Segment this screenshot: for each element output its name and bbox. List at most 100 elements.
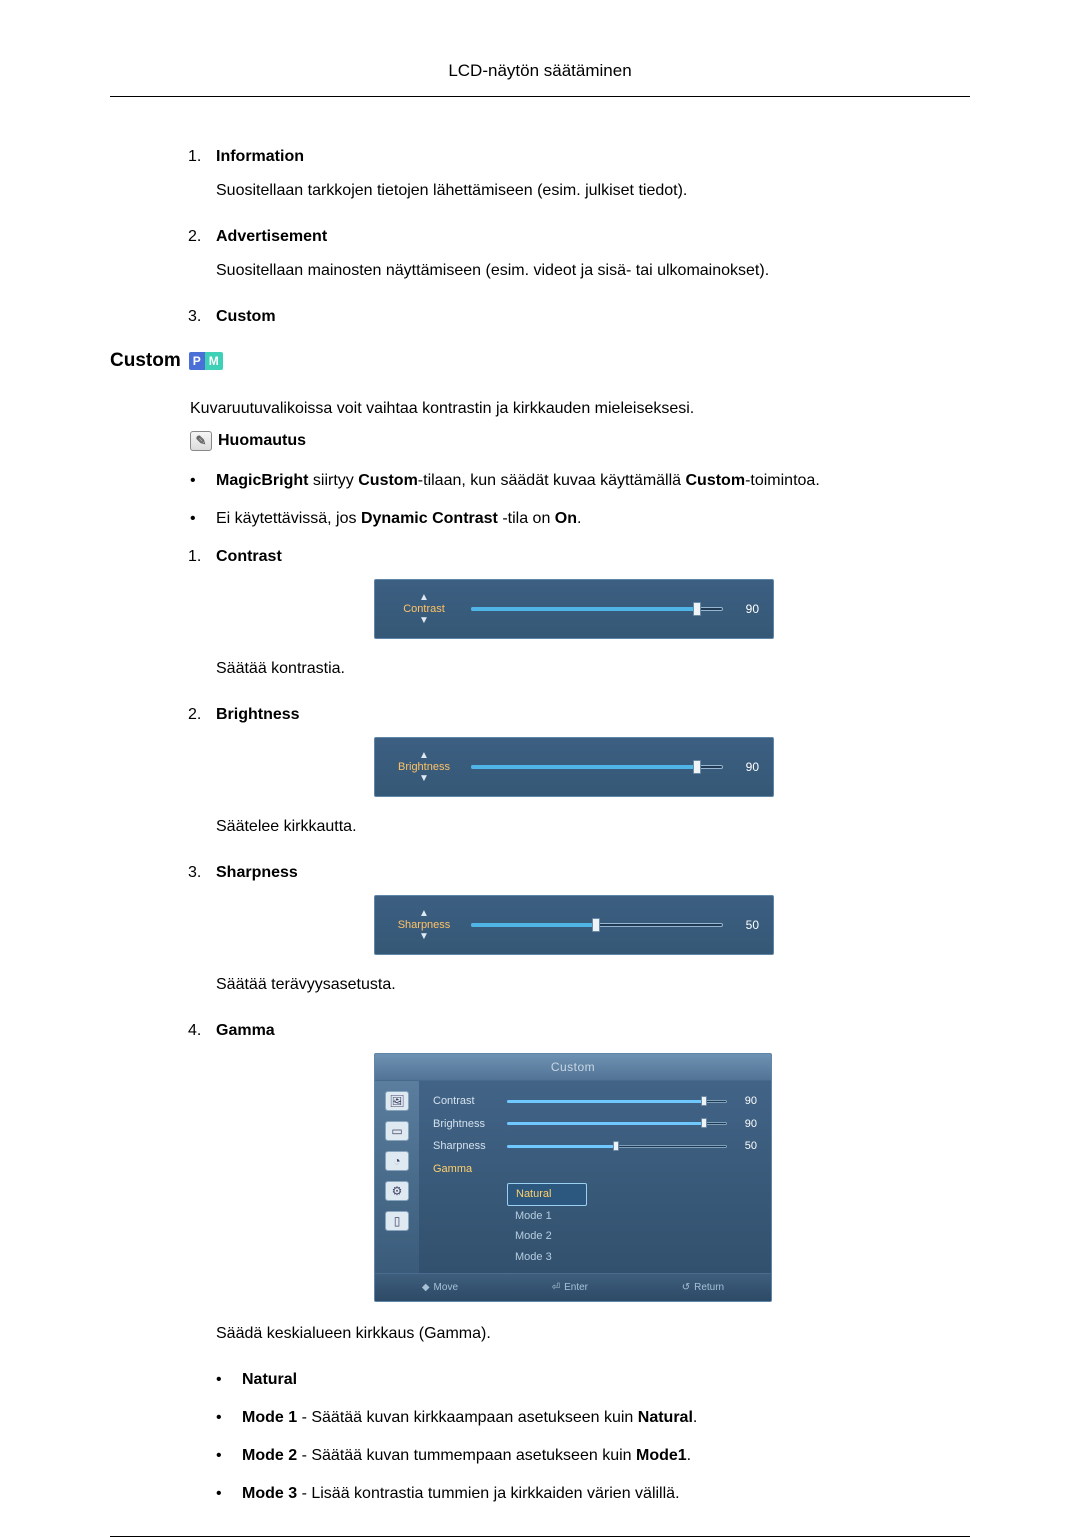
bullet-text: Natural (242, 1368, 297, 1392)
note-icon: ✎ (190, 431, 212, 451)
document-icon[interactable]: ▯ (385, 1211, 409, 1231)
footer-move: ◆Move (422, 1280, 458, 1295)
gamma-desc: Säädä keskialueen kirkkaus (Gamma). (110, 1322, 970, 1346)
footer-enter: ⏎Enter (552, 1280, 588, 1295)
chevron-up-icon[interactable]: ▲ (419, 750, 429, 761)
list-label: Information (216, 145, 304, 169)
bullet-dot: • (216, 1444, 242, 1468)
gamma-row-label: Sharpness (433, 1138, 497, 1155)
gamma-row-value: 50 (737, 1138, 757, 1155)
list-item: 2. Brightness (110, 703, 970, 727)
list-number: 2. (188, 703, 216, 727)
timer-icon[interactable]: ◔ (385, 1151, 409, 1171)
chevron-down-icon[interactable]: ▼ (419, 931, 429, 942)
page-title: LCD-näytön säätäminen (448, 61, 631, 80)
osd-gamma-panel: Custom 🖼 ▭ ◔ ⚙ ▯ Contrast 90 Brig (374, 1053, 772, 1302)
list-label: Custom (216, 305, 276, 329)
bullet-text: Mode 3 - Lisää kontrastia tummien ja kir… (242, 1482, 680, 1506)
list-label: Sharpness (216, 861, 298, 885)
note-label: Huomautus (218, 429, 306, 453)
osd-label: Brightness (398, 761, 450, 773)
osd-slider[interactable] (471, 920, 723, 930)
chevron-down-icon[interactable]: ▼ (419, 615, 429, 626)
gamma-row-label: Contrast (433, 1093, 497, 1110)
list-item: 1. Information (110, 145, 970, 169)
gamma-option[interactable]: Mode 2 (507, 1226, 587, 1247)
move-icon: ◆ (422, 1280, 430, 1295)
list-item: 2. Advertisement (110, 225, 970, 249)
gamma-panel-title: Custom (375, 1054, 771, 1081)
osd-label-col: ▲ Brightness ▼ (389, 750, 459, 784)
osd-label: Sharpness (398, 919, 451, 931)
enter-icon: ⏎ (552, 1280, 560, 1295)
return-icon: ↺ (682, 1280, 690, 1295)
gear-icon[interactable]: ⚙ (385, 1181, 409, 1201)
gamma-option[interactable]: Natural (507, 1183, 587, 1206)
item-desc: Säätelee kirkkautta. (110, 815, 970, 839)
bullet-item: • Mode 2 - Säätää kuvan tummempaan asetu… (110, 1444, 970, 1468)
osd-panel-sharpness: ▲ Sharpness ▼ 50 (374, 895, 774, 955)
custom-intro: Kuvaruutuvalikoissa voit vaihtaa kontras… (110, 397, 970, 421)
list-number: 3. (188, 305, 216, 329)
chevron-up-icon[interactable]: ▲ (419, 908, 429, 919)
list-label: Brightness (216, 703, 300, 727)
list-item: 1. Contrast (110, 545, 970, 569)
list-number: 3. (188, 861, 216, 885)
bullet-text: Mode 1 - Säätää kuvan kirkkaampaan asetu… (242, 1406, 697, 1430)
bullet-dot: • (216, 1482, 242, 1506)
list-label: Gamma (216, 1019, 275, 1043)
gamma-row: Contrast 90 (433, 1093, 757, 1110)
gamma-slider[interactable] (507, 1143, 727, 1151)
gamma-row-label: Brightness (433, 1116, 497, 1133)
bullet-item: • Mode 3 - Lisää kontrastia tummien ja k… (110, 1482, 970, 1506)
osd-value: 90 (735, 758, 759, 776)
osd-label: Contrast (403, 603, 445, 615)
osd-value: 50 (735, 916, 759, 934)
item-desc: Säätää kontrastia. (110, 657, 970, 681)
note-row: ✎ Huomautus (110, 429, 970, 453)
bullet-text: Mode 2 - Säätää kuvan tummempaan asetuks… (242, 1444, 691, 1468)
bullet-item: • MagicBright siirtyy Custom-tilaan, kun… (110, 469, 970, 493)
list-label: Contrast (216, 545, 282, 569)
osd-panel-brightness: ▲ Brightness ▼ 90 (374, 737, 774, 797)
gamma-slider[interactable] (507, 1098, 727, 1106)
page-header: LCD-näytön säätäminen (110, 0, 970, 97)
bullet-item: • Natural (110, 1368, 970, 1392)
gamma-option[interactable]: Mode 1 (507, 1206, 587, 1227)
gamma-footer: ◆Move ⏎Enter ↺Return (375, 1273, 771, 1301)
list-item: 3. Sharpness (110, 861, 970, 885)
bullet-text: MagicBright siirtyy Custom-tilaan, kun s… (216, 469, 820, 493)
picture-icon[interactable]: 🖼 (385, 1091, 409, 1111)
item-desc: Säätää terävyysasetusta. (110, 973, 970, 997)
osd-panel-contrast: ▲ Contrast ▼ 90 (374, 579, 774, 639)
osd-label-col: ▲ Contrast ▼ (389, 592, 459, 626)
bullet-item: • Mode 1 - Säätää kuvan kirkkaampaan ase… (110, 1406, 970, 1430)
list-item: 3. Custom (110, 305, 970, 329)
bullet-item: • Ei käytettävissä, jos Dynamic Contrast… (110, 507, 970, 531)
osd-slider[interactable] (471, 762, 723, 772)
gamma-row-value: 90 (737, 1116, 757, 1133)
bullet-dot: • (216, 1406, 242, 1430)
gamma-slider[interactable] (507, 1120, 727, 1128)
chevron-down-icon[interactable]: ▼ (419, 773, 429, 784)
gamma-row-gamma: Gamma (433, 1161, 757, 1178)
gamma-options: Natural Mode 1 Mode 2 Mode 3 (507, 1183, 757, 1267)
list-number: 1. (188, 145, 216, 169)
list-item: 4. Gamma (110, 1019, 970, 1043)
bullet-text: Ei käytettävissä, jos Dynamic Contrast -… (216, 507, 581, 531)
gamma-row-value: 90 (737, 1093, 757, 1110)
pm-badge-icon: PM (189, 352, 223, 370)
chevron-up-icon[interactable]: ▲ (419, 592, 429, 603)
bullet-dot: • (216, 1368, 242, 1392)
gamma-row: Brightness 90 (433, 1116, 757, 1133)
osd-slider[interactable] (471, 604, 723, 614)
list-label: Advertisement (216, 225, 327, 249)
list-number: 4. (188, 1019, 216, 1043)
screen-icon[interactable]: ▭ (385, 1121, 409, 1141)
osd-value: 90 (735, 600, 759, 618)
gamma-option[interactable]: Mode 3 (507, 1247, 587, 1268)
list-number: 2. (188, 225, 216, 249)
list-desc: Suositellaan mainosten näyttämiseen (esi… (110, 259, 970, 283)
section-custom-title: Custom PM (110, 347, 970, 376)
list-desc: Suositellaan tarkkojen tietojen lähettäm… (110, 179, 970, 203)
